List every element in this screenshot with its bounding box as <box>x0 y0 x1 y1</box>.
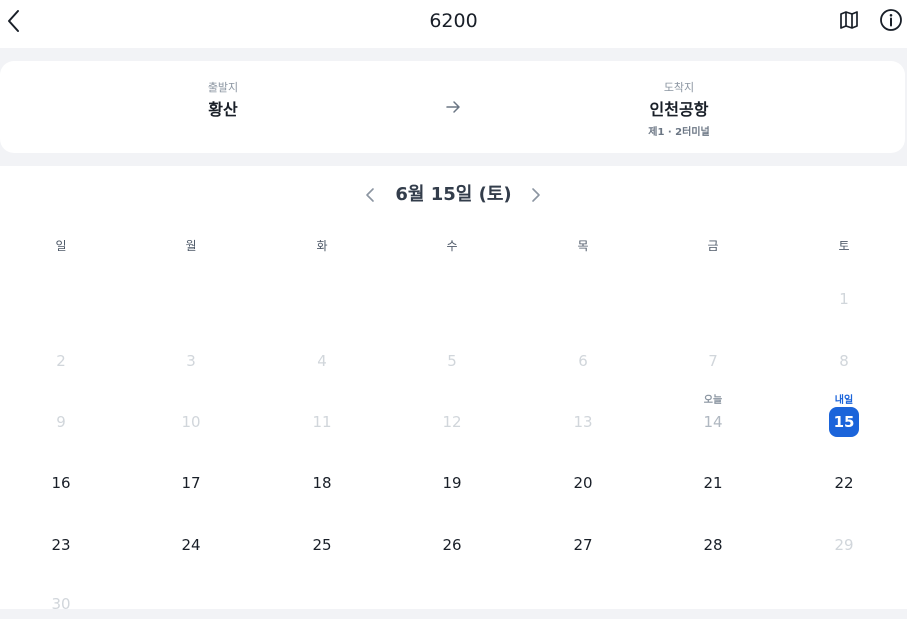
calendar-day[interactable]: 16 <box>31 468 91 498</box>
weekday-tue: 화 <box>316 239 328 253</box>
calendar-day: 13 <box>573 413 593 431</box>
tomorrow-tag: 내일 <box>834 395 854 406</box>
arrival-label: 도착지 <box>663 81 695 94</box>
back-button[interactable] <box>2 6 24 36</box>
calendar-day: 2 <box>56 352 66 370</box>
calendar-day-selected[interactable]: 15 <box>829 407 859 437</box>
calendar-day: 1 <box>839 290 849 308</box>
weekday-sat: 토 <box>838 239 850 253</box>
calendar-day: 12 <box>442 413 462 431</box>
calendar-day: 29 <box>834 536 854 554</box>
calendar-day[interactable]: 17 <box>161 468 221 498</box>
weekday-thu: 목 <box>577 239 589 253</box>
calendar-day[interactable]: 28 <box>683 530 743 560</box>
next-day-button[interactable] <box>526 185 546 205</box>
weekday-wed: 수 <box>446 239 458 253</box>
calendar-day: 3 <box>186 352 196 370</box>
calendar-day-today: 14 <box>703 413 723 431</box>
calendar-day: 5 <box>447 352 457 370</box>
prev-day-button[interactable] <box>360 185 380 205</box>
calendar-day: 7 <box>708 352 718 370</box>
calendar-day[interactable]: 19 <box>422 468 482 498</box>
chevron-left-icon <box>366 188 374 202</box>
calendar-day: 8 <box>839 352 849 370</box>
calendar: 6월 15일 (토) 일 월 화 수 목 금 토 1 2 3 4 5 6 7 8… <box>0 166 907 613</box>
calendar-day: 11 <box>312 413 332 431</box>
month-navigation: 6월 15일 (토) <box>0 182 907 208</box>
calendar-day[interactable]: 24 <box>161 530 221 560</box>
weekday-mon: 월 <box>185 239 197 253</box>
calendar-day: 10 <box>181 413 201 431</box>
info-circle-icon <box>880 9 902 31</box>
calendar-day[interactable]: 18 <box>292 468 352 498</box>
calendar-day[interactable]: 25 <box>292 530 352 560</box>
map-button[interactable] <box>837 8 861 32</box>
selected-date-label: 6월 15일 (토) <box>395 184 512 205</box>
page-title: 6200 <box>429 10 478 32</box>
map-icon <box>840 11 858 29</box>
today-tag: 오늘 <box>703 395 723 406</box>
calendar-day[interactable]: 23 <box>31 530 91 560</box>
calendar-day: 9 <box>56 413 66 431</box>
departure-label: 출발지 <box>207 81 239 94</box>
top-bar: 6200 <box>0 0 907 48</box>
arrival-terminal: 제1 · 2터미널 <box>648 127 710 138</box>
calendar-day: 4 <box>317 352 327 370</box>
calendar-day: 30 <box>51 595 71 613</box>
departure-name: 황산 <box>208 100 238 119</box>
arrival-name: 인천공항 <box>649 100 709 119</box>
calendar-day: 6 <box>578 352 588 370</box>
info-button[interactable] <box>879 8 903 32</box>
chevron-right-icon <box>532 188 540 202</box>
chevron-left-icon <box>8 10 19 32</box>
weekday-fri: 금 <box>707 239 719 253</box>
calendar-day[interactable]: 22 <box>814 468 874 498</box>
arrow-right-icon <box>446 101 460 113</box>
calendar-day[interactable]: 27 <box>553 530 613 560</box>
calendar-day[interactable]: 21 <box>683 468 743 498</box>
weekday-sun: 일 <box>55 239 67 253</box>
route-card: 출발지 황산 도착지 인천공항 제1 · 2터미널 <box>0 61 905 153</box>
calendar-day[interactable]: 20 <box>553 468 613 498</box>
calendar-day[interactable]: 26 <box>422 530 482 560</box>
